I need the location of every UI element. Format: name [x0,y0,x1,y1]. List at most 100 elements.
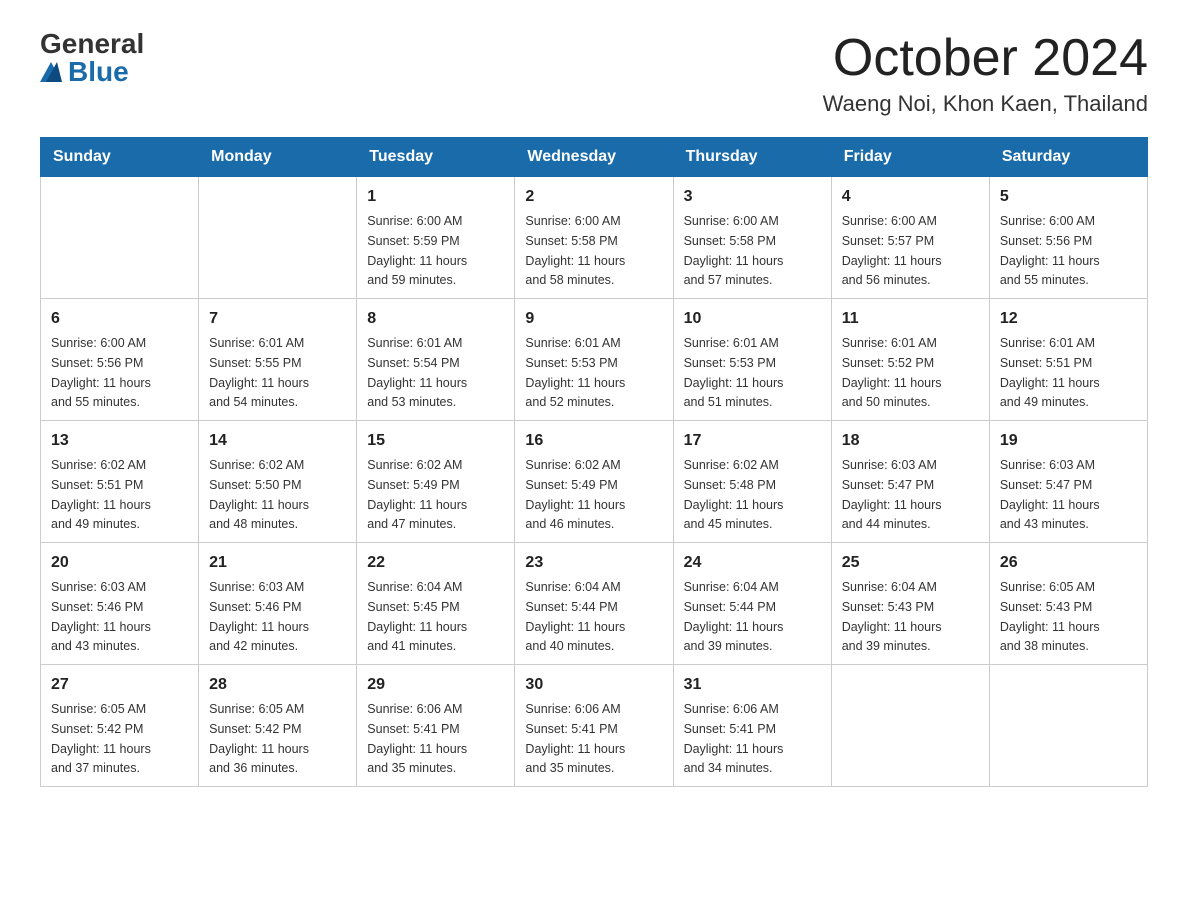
calendar-day-cell [199,177,357,299]
day-number: 22 [367,551,504,575]
weekday-header-tuesday: Tuesday [357,138,515,177]
calendar-day-cell: 10 Sunrise: 6:01 AM Sunset: 5:53 PM Dayli… [673,299,831,421]
day-number: 19 [1000,429,1137,453]
day-number: 2 [525,185,662,209]
day-number: 13 [51,429,188,453]
calendar-day-cell: 25Sunrise: 6:04 AM Sunset: 5:43 PM Dayli… [831,543,989,665]
calendar-day-cell: 15 Sunrise: 6:02 AM Sunset: 5:49 PM Dayli… [357,421,515,543]
calendar-day-cell: 14 Sunrise: 6:02 AM Sunset: 5:50 PM Dayli… [199,421,357,543]
day-number: 18 [842,429,979,453]
day-info: Sunrise: 6:03 AM Sunset: 5:47 PM Dayligh… [1000,458,1100,531]
day-info: Sunrise: 6:00 AM Sunset: 5:57 PM Dayligh… [842,214,942,287]
calendar-day-cell: 7Sunrise: 6:01 AM Sunset: 5:55 PM Daylig… [199,299,357,421]
calendar-day-cell: 29 Sunrise: 6:06 AM Sunset: 5:41 PM Dayli… [357,665,515,787]
calendar-day-cell: 23Sunrise: 6:04 AM Sunset: 5:44 PM Dayli… [515,543,673,665]
day-info: Sunrise: 6:06 AM Sunset: 5:41 PM Dayligh… [367,702,467,775]
weekday-header-thursday: Thursday [673,138,831,177]
calendar-week-row: 13 Sunrise: 6:02 AM Sunset: 5:51 PM Dayli… [41,421,1148,543]
day-number: 26 [1000,551,1137,575]
calendar-day-cell: 12 Sunrise: 6:01 AM Sunset: 5:51 PM Dayli… [989,299,1147,421]
logo-general-text: General [40,30,144,58]
day-info: Sunrise: 6:02 AM Sunset: 5:51 PM Dayligh… [51,458,151,531]
day-info: Sunrise: 6:04 AM Sunset: 5:43 PM Dayligh… [842,580,942,653]
day-number: 12 [1000,307,1137,331]
calendar-day-cell: 19 Sunrise: 6:03 AM Sunset: 5:47 PM Dayli… [989,421,1147,543]
day-number: 14 [209,429,346,453]
day-info: Sunrise: 6:06 AM Sunset: 5:41 PM Dayligh… [684,702,784,775]
day-number: 16 [525,429,662,453]
day-info: Sunrise: 6:02 AM Sunset: 5:50 PM Dayligh… [209,458,309,531]
day-info: Sunrise: 6:05 AM Sunset: 5:42 PM Dayligh… [51,702,151,775]
day-number: 9 [525,307,662,331]
day-number: 21 [209,551,346,575]
day-number: 6 [51,307,188,331]
calendar-day-cell: 20Sunrise: 6:03 AM Sunset: 5:46 PM Dayli… [41,543,199,665]
calendar-day-cell: 17 Sunrise: 6:02 AM Sunset: 5:48 PM Dayli… [673,421,831,543]
weekday-header-saturday: Saturday [989,138,1147,177]
day-info: Sunrise: 6:03 AM Sunset: 5:47 PM Dayligh… [842,458,942,531]
day-number: 10 [684,307,821,331]
day-info: Sunrise: 6:00 AM Sunset: 5:56 PM Dayligh… [51,336,151,409]
calendar-day-cell: 31 Sunrise: 6:06 AM Sunset: 5:41 PM Dayli… [673,665,831,787]
calendar-day-cell: 18 Sunrise: 6:03 AM Sunset: 5:47 PM Dayli… [831,421,989,543]
calendar-day-cell: 24 Sunrise: 6:04 AM Sunset: 5:44 PM Dayli… [673,543,831,665]
calendar-day-cell: 16 Sunrise: 6:02 AM Sunset: 5:49 PM Dayli… [515,421,673,543]
calendar-week-row: 1Sunrise: 6:00 AM Sunset: 5:59 PM Daylig… [41,177,1148,299]
day-number: 17 [684,429,821,453]
calendar-day-cell [989,665,1147,787]
calendar-week-row: 27 Sunrise: 6:05 AM Sunset: 5:42 PM Dayli… [41,665,1148,787]
day-number: 5 [1000,185,1137,209]
calendar-day-cell [41,177,199,299]
day-info: Sunrise: 6:04 AM Sunset: 5:45 PM Dayligh… [367,580,467,653]
calendar-day-cell: 5 Sunrise: 6:00 AM Sunset: 5:56 PM Daylig… [989,177,1147,299]
day-info: Sunrise: 6:01 AM Sunset: 5:52 PM Dayligh… [842,336,942,409]
calendar-day-cell: 11 Sunrise: 6:01 AM Sunset: 5:52 PM Dayli… [831,299,989,421]
day-number: 8 [367,307,504,331]
day-info: Sunrise: 6:01 AM Sunset: 5:53 PM Dayligh… [684,336,784,409]
title-section: October 2024 Waeng Noi, Khon Kaen, Thail… [823,30,1148,117]
location-title: Waeng Noi, Khon Kaen, Thailand [823,91,1148,117]
day-number: 4 [842,185,979,209]
calendar-day-cell: 27 Sunrise: 6:05 AM Sunset: 5:42 PM Dayli… [41,665,199,787]
calendar-table: SundayMondayTuesdayWednesdayThursdayFrid… [40,137,1148,787]
day-info: Sunrise: 6:02 AM Sunset: 5:49 PM Dayligh… [367,458,467,531]
day-info: Sunrise: 6:00 AM Sunset: 5:56 PM Dayligh… [1000,214,1100,287]
day-number: 24 [684,551,821,575]
weekday-header-wednesday: Wednesday [515,138,673,177]
calendar-week-row: 6 Sunrise: 6:00 AM Sunset: 5:56 PM Daylig… [41,299,1148,421]
weekday-header-row: SundayMondayTuesdayWednesdayThursdayFrid… [41,138,1148,177]
calendar-day-cell: 6 Sunrise: 6:00 AM Sunset: 5:56 PM Daylig… [41,299,199,421]
day-number: 28 [209,673,346,697]
calendar-day-cell: 28 Sunrise: 6:05 AM Sunset: 5:42 PM Dayli… [199,665,357,787]
logo: General Blue [40,30,144,86]
day-info: Sunrise: 6:04 AM Sunset: 5:44 PM Dayligh… [525,580,625,653]
month-title: October 2024 [823,30,1148,87]
day-info: Sunrise: 6:05 AM Sunset: 5:42 PM Dayligh… [209,702,309,775]
calendar-day-cell: 9 Sunrise: 6:01 AM Sunset: 5:53 PM Daylig… [515,299,673,421]
day-info: Sunrise: 6:05 AM Sunset: 5:43 PM Dayligh… [1000,580,1100,653]
calendar-day-cell: 21 Sunrise: 6:03 AM Sunset: 5:46 PM Dayli… [199,543,357,665]
day-number: 29 [367,673,504,697]
logo-blue-section: Blue [40,58,129,86]
day-info: Sunrise: 6:01 AM Sunset: 5:53 PM Dayligh… [525,336,625,409]
day-number: 15 [367,429,504,453]
day-number: 27 [51,673,188,697]
calendar-day-cell: 13 Sunrise: 6:02 AM Sunset: 5:51 PM Dayli… [41,421,199,543]
day-info: Sunrise: 6:04 AM Sunset: 5:44 PM Dayligh… [684,580,784,653]
day-info: Sunrise: 6:02 AM Sunset: 5:49 PM Dayligh… [525,458,625,531]
calendar-day-cell [831,665,989,787]
calendar-day-cell: 22 Sunrise: 6:04 AM Sunset: 5:45 PM Dayli… [357,543,515,665]
day-info: Sunrise: 6:00 AM Sunset: 5:59 PM Dayligh… [367,214,467,287]
logo-triangle-icon [40,62,62,82]
day-info: Sunrise: 6:00 AM Sunset: 5:58 PM Dayligh… [684,214,784,287]
calendar-week-row: 20Sunrise: 6:03 AM Sunset: 5:46 PM Dayli… [41,543,1148,665]
weekday-header-friday: Friday [831,138,989,177]
day-number: 7 [209,307,346,331]
day-info: Sunrise: 6:01 AM Sunset: 5:51 PM Dayligh… [1000,336,1100,409]
day-info: Sunrise: 6:02 AM Sunset: 5:48 PM Dayligh… [684,458,784,531]
day-info: Sunrise: 6:03 AM Sunset: 5:46 PM Dayligh… [209,580,309,653]
day-number: 31 [684,673,821,697]
day-number: 11 [842,307,979,331]
day-number: 30 [525,673,662,697]
calendar-day-cell: 1Sunrise: 6:00 AM Sunset: 5:59 PM Daylig… [357,177,515,299]
